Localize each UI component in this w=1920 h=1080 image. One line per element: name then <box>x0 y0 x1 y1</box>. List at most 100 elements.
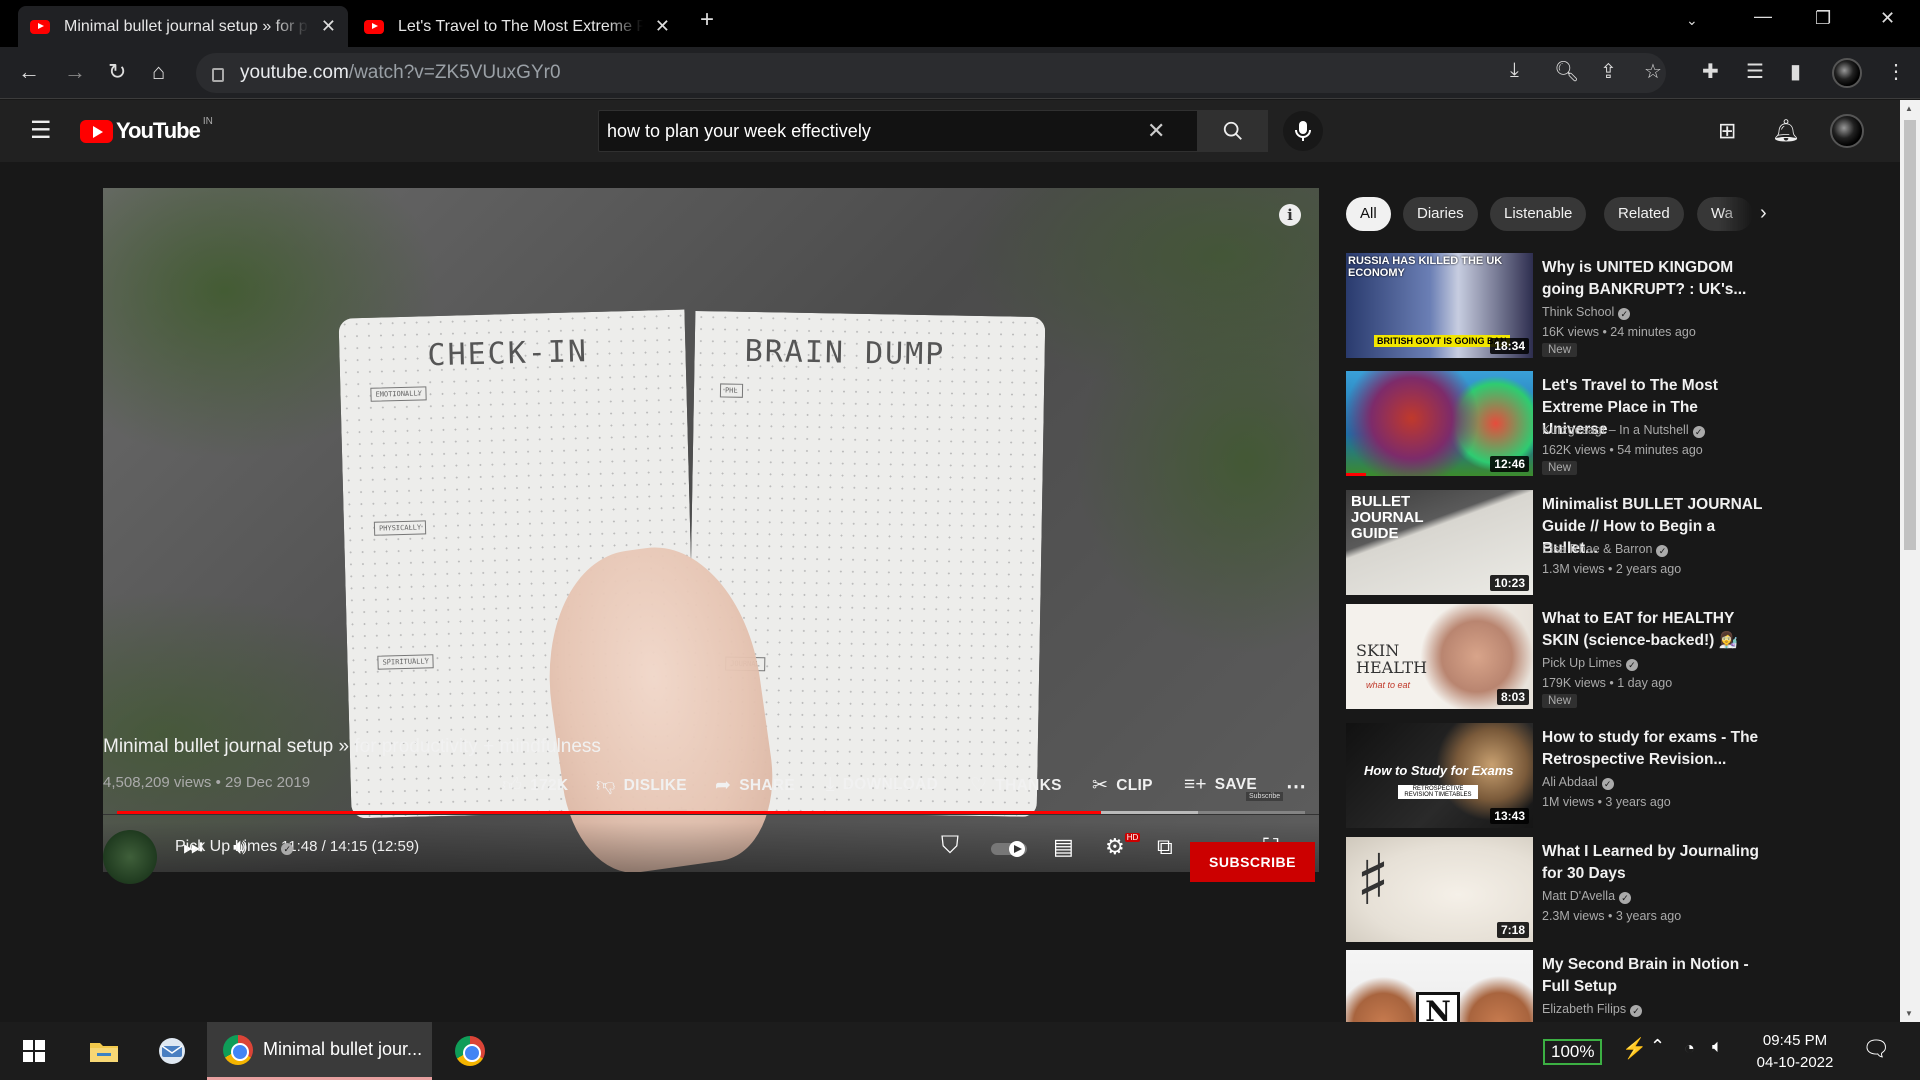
video-thumbnail[interactable]: RUSSIA HAS KILLED THE UK ECONOMY BRITISH… <box>1346 253 1533 358</box>
extensions-puzzle-icon[interactable]: ✚ <box>1702 59 1719 84</box>
video-thumbnail[interactable]: How to Study for Exams RETROSPECTIVE REV… <box>1346 723 1533 828</box>
dislike-button[interactable]: 👎︎ DISLIKE <box>596 774 687 797</box>
mail-taskbar[interactable] <box>152 1022 192 1080</box>
search-input[interactable] <box>607 120 1147 142</box>
settings-gear-icon[interactable]: ⚙ HD <box>1105 832 1141 860</box>
share-button[interactable]: ➦ SHARE <box>715 774 795 797</box>
recommendation-item[interactable]: N My Second Brain in Notion - Full Setup… <box>1346 950 1766 1022</box>
zoom-icon[interactable]: 🔍︎ <box>1554 59 1579 84</box>
miniplayer-icon[interactable]: ⧉ <box>1157 834 1173 860</box>
new-tab-icon[interactable]: + <box>700 6 714 34</box>
video-thumbnail[interactable]: SKIN HEALTH what to eat 8:03 <box>1346 604 1533 709</box>
recommendation-title[interactable]: What I Learned by Journaling for 30 Days <box>1542 841 1767 885</box>
recommendation-channel[interactable]: Elsa Rhae & Barron ✓ <box>1542 542 1669 557</box>
video-thumbnail[interactable]: BULLET JOURNAL GUIDE 10:23 <box>1346 490 1533 595</box>
share-page-icon[interactable]: ⇪ <box>1600 59 1617 84</box>
recommendation-title[interactable]: How to study for exams - The Retrospecti… <box>1542 727 1767 771</box>
clear-search-icon[interactable]: ✕ <box>1147 118 1165 144</box>
sponsor-shield-icon[interactable]: ⛉ <box>941 832 959 860</box>
restore-icon[interactable]: ❐ <box>1815 8 1831 29</box>
info-icon[interactable]: i <box>1279 204 1301 226</box>
home-icon[interactable]: ⌂ <box>152 59 165 85</box>
tab-close-icon[interactable]: ✕ <box>321 16 336 37</box>
download-button[interactable]: ⤓ DOWNLOAD <box>826 774 938 796</box>
recommendation-item[interactable]: SKIN HEALTH what to eat 8:03 What to EAT… <box>1346 604 1766 710</box>
thanks-button[interactable]: ♡ THANKS <box>970 774 1062 797</box>
chip-related[interactable]: Related <box>1604 197 1684 231</box>
youtube-logo[interactable]: YouTube IN <box>80 116 213 144</box>
recommendation-channel[interactable]: Kurzgesagt – In a Nutshell ✓ <box>1542 423 1705 438</box>
bookmark-star-icon[interactable]: ☆ <box>1644 59 1662 84</box>
chrome-menu-icon[interactable]: ⋮ <box>1886 59 1906 84</box>
channel-avatar[interactable] <box>103 830 157 884</box>
subscribe-button[interactable]: SUBSCRIBE <box>1190 842 1315 882</box>
chip-all[interactable]: All <box>1346 197 1391 231</box>
recommendation-item[interactable]: 12:46 Let's Travel to The Most Extreme P… <box>1346 371 1766 477</box>
more-actions-icon[interactable]: ⋯ <box>1286 774 1306 799</box>
recommendation-item[interactable]: RUSSIA HAS KILLED THE UK ECONOMY BRITISH… <box>1346 253 1766 359</box>
recommendation-channel[interactable]: Matt D'Avella ✓ <box>1542 889 1632 904</box>
create-video-icon[interactable]: ⊞ <box>1718 118 1736 144</box>
recommendation-item[interactable]: How to Study for Exams RETROSPECTIVE REV… <box>1346 723 1766 829</box>
tab-search-chevron-icon[interactable]: ⌄ <box>1686 12 1698 29</box>
chip-truncated[interactable]: Wa <box>1697 197 1753 231</box>
page-scrollbar[interactable]: ▲ ▼ <box>1900 100 1920 1022</box>
video-thumbnail[interactable]: ♯ 7:18 <box>1346 837 1533 942</box>
like-button[interactable]: 👍︎ 172K <box>502 774 568 797</box>
minimize-icon[interactable]: — <box>1754 6 1772 27</box>
chrome-taskbar-active[interactable]: Minimal bullet jour... <box>207 1022 432 1080</box>
browser-tab-active[interactable]: Minimal bullet journal setup » for produ… <box>18 6 348 47</box>
account-avatar[interactable] <box>1830 114 1864 148</box>
chip-scroll-right-icon[interactable]: › <box>1760 202 1767 225</box>
video-thumbnail[interactable]: N <box>1346 950 1533 1022</box>
address-bar[interactable]: youtube.com/watch?v=ZK5VUuxGYr0 <box>196 53 1666 93</box>
search-button[interactable] <box>1198 110 1268 152</box>
autoplay-toggle[interactable] <box>991 838 1029 864</box>
battery-percentage[interactable]: 100% <box>1543 1039 1603 1065</box>
video-thumbnail[interactable]: 12:46 <box>1346 371 1533 476</box>
chrome-taskbar[interactable] <box>450 1022 490 1080</box>
scrollbar-thumb[interactable] <box>1904 120 1916 550</box>
back-arrow-icon[interactable]: ← <box>18 59 40 85</box>
forward-arrow-icon[interactable]: → <box>64 59 86 85</box>
clock-time: 09:45 PM <box>1762 1032 1828 1049</box>
recommendation-item[interactable]: ♯ 7:18 What I Learned by Journaling for … <box>1346 837 1766 943</box>
notification-center-icon[interactable]: 🗨︎ <box>1862 1036 1890 1062</box>
chip-listenable[interactable]: Listenable <box>1490 197 1587 231</box>
recommendation-channel[interactable]: Pick Up Limes ✓ <box>1542 656 1638 671</box>
side-panel-icon[interactable]: ▮ <box>1790 59 1801 84</box>
charging-icon[interactable]: ⚡ <box>1622 1036 1647 1061</box>
recommendation-item[interactable]: BULLET JOURNAL GUIDE 10:23 Minimalist BU… <box>1346 490 1766 596</box>
lock-icon[interactable] <box>212 68 224 82</box>
subtitles-icon[interactable]: ▤ <box>1053 834 1074 860</box>
close-window-icon[interactable]: ✕ <box>1880 8 1895 29</box>
recommendation-channel[interactable]: Elizabeth Filips ✓ <box>1542 1002 1643 1017</box>
recommendation-channel[interactable]: Ali Abdaal ✓ <box>1542 775 1614 790</box>
wifi-icon[interactable]: ◔ <box>1684 1038 1695 1059</box>
channel-name[interactable]: Pick Up Limes ✓ <box>175 838 294 856</box>
clip-button[interactable]: ✂ CLIP <box>1092 774 1153 797</box>
profile-avatar[interactable] <box>1832 58 1862 88</box>
recommendation-title[interactable]: My Second Brain in Notion - Full Setup <box>1542 954 1766 998</box>
voice-search-button[interactable] <box>1283 111 1323 151</box>
reload-icon[interactable]: ↻ <box>108 59 126 85</box>
install-app-icon[interactable]: ⤓ <box>1510 59 1519 82</box>
scroll-down-arrow-icon[interactable]: ▼ <box>1905 1009 1913 1018</box>
start-button[interactable] <box>14 1022 54 1080</box>
hamburger-menu-icon[interactable]: ☰ <box>30 116 52 145</box>
notifications-bell-icon[interactable]: 🔔︎ <box>1772 118 1800 144</box>
tab-close-icon[interactable]: ✕ <box>655 16 670 37</box>
recommendation-title[interactable]: What to EAT for HEALTHY SKIN (science-ba… <box>1542 608 1767 652</box>
browser-tab[interactable]: Let's Travel to The Most Extreme Place i… <box>352 6 682 47</box>
system-clock[interactable]: 09:45 PM 04-10-2022 <box>1750 1030 1840 1074</box>
media-queue-icon[interactable]: ☰ <box>1746 59 1764 84</box>
video-player[interactable]: CHECK-IN EMOTIONALLY PHYSICALLY SPIRITUA… <box>103 188 1319 872</box>
show-hidden-icons-chevron-icon[interactable]: ⌃ <box>1650 1036 1665 1057</box>
chip-diaries[interactable]: Diaries <box>1403 197 1478 231</box>
recommendation-title[interactable]: Why is UNITED KINGDOM going BANKRUPT? : … <box>1542 257 1767 301</box>
volume-tray-icon[interactable]: 🔈︎ <box>1712 1036 1723 1057</box>
recommendation-channel[interactable]: Think School ✓ <box>1542 305 1631 320</box>
scroll-up-arrow-icon[interactable]: ▲ <box>1905 104 1913 113</box>
save-button[interactable]: ≡+ SAVE <box>1184 774 1257 796</box>
file-explorer-taskbar[interactable] <box>84 1022 124 1080</box>
